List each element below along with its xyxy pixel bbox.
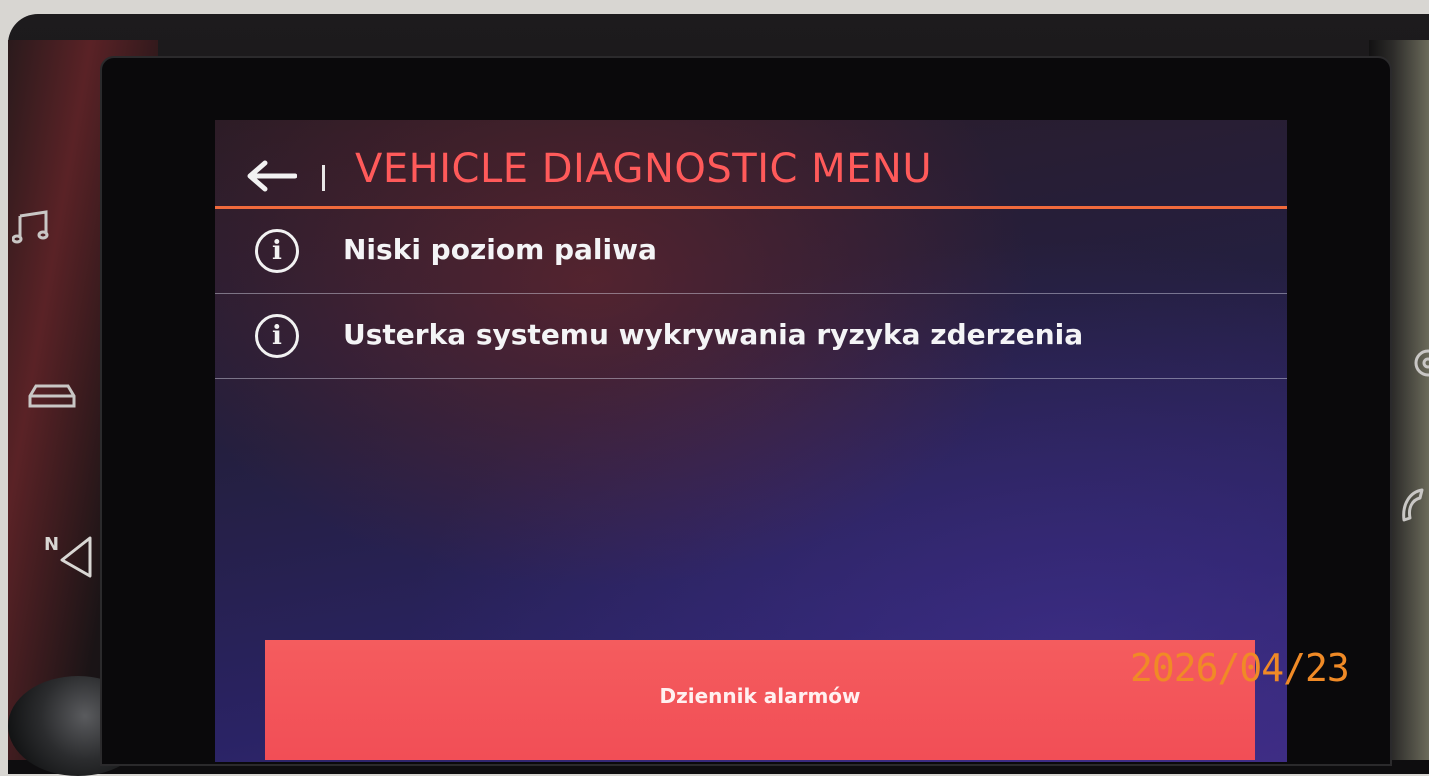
info-icon: i [255,314,299,358]
alert-label: Niski poziom paliwa [343,233,657,266]
alert-row-collision[interactable]: i Usterka systemu wykrywania ryzyka zder… [215,294,1287,379]
alert-row-fuel[interactable]: i Niski poziom paliwa [215,209,1287,294]
alarm-log-button[interactable]: Dziennik alarmów [265,640,1255,760]
settings-icon[interactable] [1406,346,1429,384]
music-note-icon[interactable] [11,206,54,252]
phone-icon[interactable] [1396,486,1426,530]
alert-label: Usterka systemu wykrywania ryzyka zderze… [343,318,1084,351]
navigation-icon[interactable]: N [40,530,96,586]
alarm-log-label: Dziennik alarmów [659,684,861,708]
infotainment-screen: VEHICLE DIAGNOSTIC MENU i Niski poziom p… [215,120,1287,762]
car-icon[interactable] [26,378,78,416]
screen-header: VEHICLE DIAGNOSTIC MENU [215,120,1287,209]
info-icon: i [255,229,299,273]
photo-date-stamp: 2026/04/23 [1130,646,1350,690]
page-title: VEHICLE DIAGNOSTIC MENU [355,146,933,192]
svg-text:N: N [44,534,59,555]
header-separator [322,165,325,191]
arrow-left-icon[interactable] [245,160,298,192]
